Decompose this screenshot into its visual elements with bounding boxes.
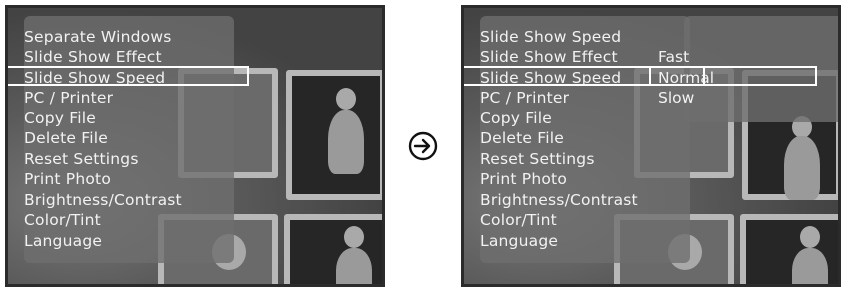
menu-item-language[interactable]: Language bbox=[480, 231, 558, 251]
speed-option-normal[interactable]: Normal bbox=[648, 66, 818, 88]
menu-item-reset-settings[interactable]: Reset Settings bbox=[24, 149, 139, 169]
menu-item-brightness-contrast[interactable]: Brightness/Contrast bbox=[480, 190, 638, 210]
photo-frame bbox=[284, 214, 382, 284]
menu-item-separate-windows[interactable]: Separate Windows bbox=[24, 27, 172, 47]
circled-arrow-right-icon bbox=[408, 131, 438, 161]
menu-item-pc-printer[interactable]: PC / Printer bbox=[24, 88, 113, 108]
menu-item-print-photo[interactable]: Print Photo bbox=[480, 169, 567, 189]
menu-item-copy-file[interactable]: Copy File bbox=[24, 108, 96, 128]
menu-item-brightness-contrast[interactable]: Brightness/Contrast bbox=[24, 190, 182, 210]
menu-item-color-tint[interactable]: Color/Tint bbox=[24, 210, 101, 230]
speed-option-slow[interactable]: Slow bbox=[658, 88, 694, 108]
menu-item-slide-show-effect[interactable]: Slide Show Effect bbox=[24, 47, 162, 67]
menu-item-print-photo[interactable]: Print Photo bbox=[24, 169, 111, 189]
menu-item-slide-show-speed[interactable]: Slide Show Speed bbox=[464, 66, 706, 88]
menu-item-color-tint[interactable]: Color/Tint bbox=[480, 210, 557, 230]
menu-item-language[interactable]: Language bbox=[24, 231, 102, 251]
menu-item-delete-file[interactable]: Delete File bbox=[480, 128, 564, 148]
menu-item-pc-printer[interactable]: PC / Printer bbox=[480, 88, 569, 108]
menu-item-copy-file[interactable]: Copy File bbox=[480, 108, 552, 128]
speed-option-fast[interactable]: Fast bbox=[658, 47, 689, 67]
menu-item-slide-show-effect[interactable]: Slide Show Effect bbox=[480, 47, 618, 67]
photo-frame bbox=[286, 70, 382, 200]
menu-item-slide-show-speed-header[interactable]: Slide Show Speed bbox=[480, 27, 621, 47]
photo-frame bbox=[740, 214, 838, 284]
menu-item-reset-settings[interactable]: Reset Settings bbox=[480, 149, 595, 169]
screen-before: Separate Windows Slide Show Effect Slide… bbox=[5, 5, 385, 287]
menu-item-delete-file[interactable]: Delete File bbox=[24, 128, 108, 148]
menu-item-slide-show-speed[interactable]: Slide Show Speed bbox=[8, 66, 250, 88]
screen-after: Slide Show Speed Slide Show Effect Slide… bbox=[461, 5, 841, 287]
